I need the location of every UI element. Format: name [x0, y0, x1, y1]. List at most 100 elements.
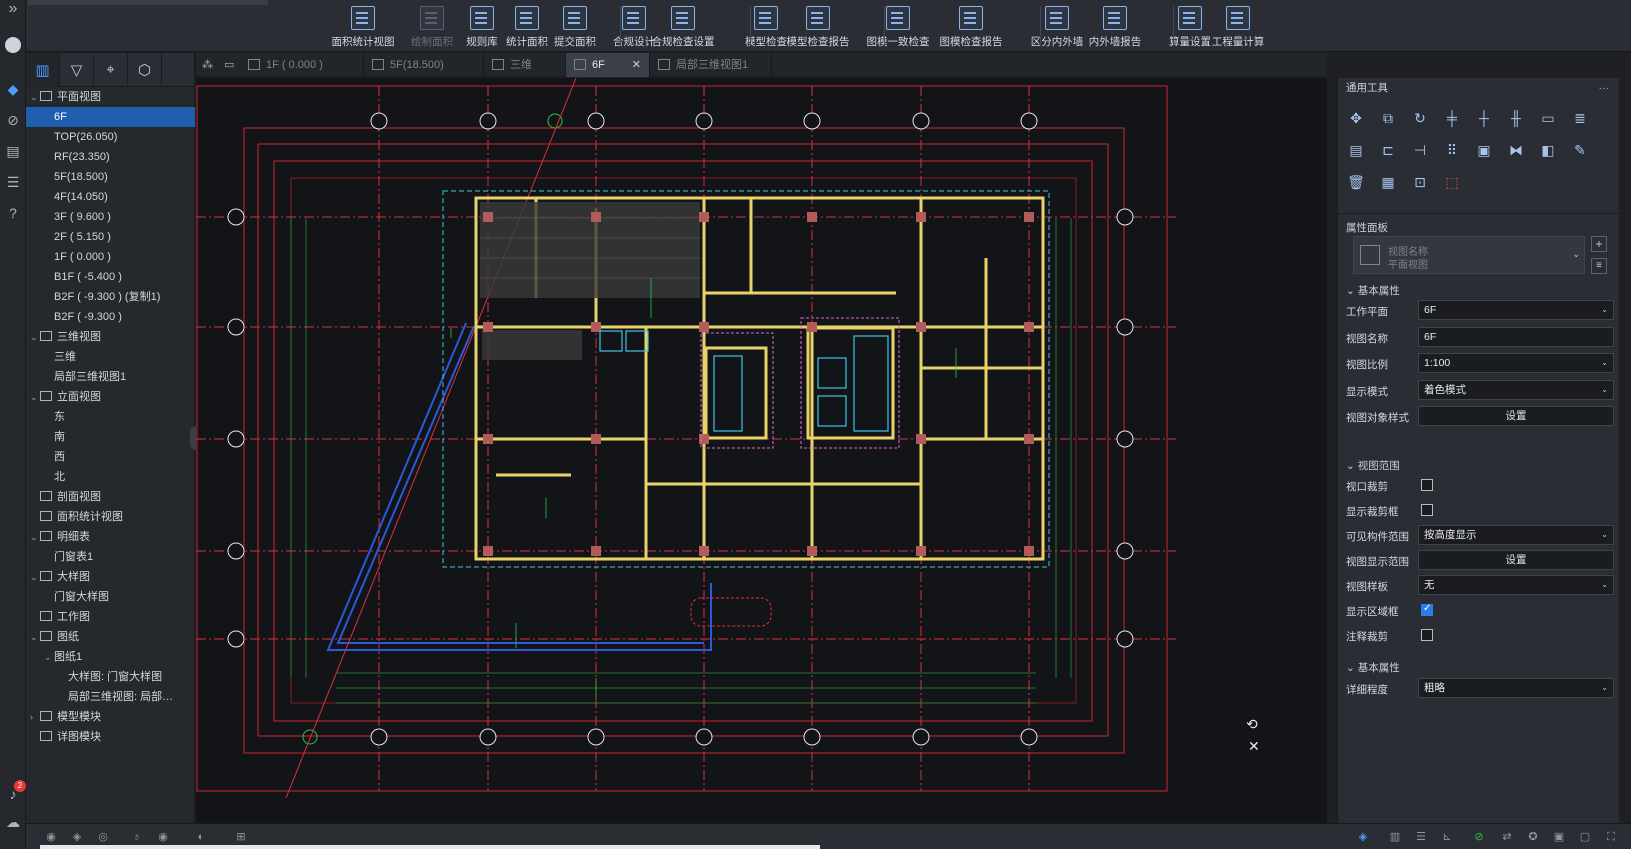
property-checkbox[interactable] [1421, 504, 1433, 516]
tree-item[interactable]: 西 [26, 447, 195, 467]
view-tab[interactable]: 1F ( 0.000 ) [240, 53, 364, 77]
lightbulb-icon[interactable]: ♁ [130, 830, 144, 844]
tree-item[interactable]: 1F ( 0.000 ) [26, 247, 195, 267]
tree-item[interactable]: 北 [26, 467, 195, 487]
tree-item[interactable]: 2F ( 5.150 ) [26, 227, 195, 247]
tree-item[interactable]: RF(23.350) [26, 147, 195, 167]
pick-icon[interactable]: ✎ [1570, 140, 1590, 160]
ribbon-button[interactable]: 模型检查报告 [780, 6, 856, 50]
ribbon-button[interactable]: 内外墙报告 [1077, 6, 1153, 50]
expand-arrow-icon[interactable]: ⌄ [30, 87, 40, 107]
measure-icon[interactable]: ▦ [1378, 172, 1398, 192]
section-box-icon[interactable]: ⬚ [1442, 172, 1462, 192]
view-tab[interactable]: 6F ✕ [566, 53, 650, 77]
select-icon[interactable]: ⊡ [1410, 172, 1430, 192]
document-icon[interactable]: ▤ [4, 142, 22, 160]
align-icon[interactable]: ╪ [1442, 108, 1462, 128]
tree-item[interactable]: 南 [26, 427, 195, 447]
view-tab[interactable]: 5F(18.500) [364, 53, 484, 77]
extend-icon[interactable]: ≣ [1570, 108, 1590, 128]
tree-item[interactable]: ⌄ 立面视图 [26, 387, 195, 407]
rotate-tool-icon[interactable]: ↻ [1410, 108, 1430, 128]
extend-line-icon[interactable]: ⊣ [1410, 140, 1430, 160]
link-status-icon[interactable]: ⊘ [1472, 830, 1486, 844]
expand-arrow-icon[interactable]: ⌄ [30, 527, 40, 547]
tree-item[interactable]: ⌄ 大样图 [26, 567, 195, 587]
group-icon[interactable]: ▣ [1474, 140, 1494, 160]
property-select[interactable]: 1:100 ⌄ [1418, 353, 1614, 373]
ribbon-button[interactable]: 图模一致检查 [860, 6, 936, 50]
window-icon[interactable]: ▢ [1578, 830, 1592, 844]
sync-icon[interactable]: ⇄ [1500, 830, 1514, 844]
tree-item[interactable]: TOP(26.050) [26, 127, 195, 147]
expand-arrow-icon[interactable]: ⌄ [44, 647, 54, 667]
list-icon[interactable]: ☰ [4, 173, 22, 191]
trim-icon[interactable]: ╫ [1506, 108, 1526, 128]
expand-arrow-icon[interactable]: › [30, 707, 40, 727]
compass-icon[interactable]: ✪ [1526, 830, 1540, 844]
help-icon[interactable]: ? [4, 204, 22, 222]
tree-item[interactable]: B2F ( -9.300 ) [26, 307, 195, 327]
property-checkbox[interactable] [1421, 479, 1433, 491]
tree-item[interactable]: ⌄ 三维视图 [26, 327, 195, 347]
property-section-header[interactable]: ⌄ 视图范围 [1346, 458, 1400, 473]
split-icon[interactable]: ┼ [1474, 108, 1494, 128]
view-tab[interactable]: 三维 [484, 53, 566, 77]
tree-item[interactable]: 4F(14.050) [26, 187, 195, 207]
break-icon[interactable]: ⊏ [1378, 140, 1398, 160]
browser-view-icon[interactable]: ▥ [26, 52, 60, 87]
property-select[interactable]: 粗略 ⌄ [1418, 678, 1614, 698]
property-section-header[interactable]: ⌄ 基本属性 [1346, 283, 1400, 298]
close-view-icon[interactable]: ✕ [1248, 738, 1260, 755]
fullscreen-icon[interactable]: ⛶ [1604, 830, 1618, 844]
expand-arrow-icon[interactable]: ⌄ [30, 327, 40, 347]
cloud-icon[interactable]: ☁ [4, 813, 22, 831]
property-checkbox[interactable] [1421, 629, 1433, 641]
rotate-icon[interactable]: ⟲ [1246, 716, 1258, 733]
ribbon-button[interactable]: 合规检查设置 [645, 6, 721, 50]
move-icon[interactable]: ✥ [1346, 108, 1366, 128]
property-section-header[interactable]: ⌄ 基本属性 [1346, 660, 1400, 675]
tree-item[interactable]: 3F ( 9.600 ) [26, 207, 195, 227]
tree-item[interactable]: 详图模块 [26, 727, 195, 747]
tree-item[interactable]: 门窗表1 [26, 547, 195, 567]
property-checkbox[interactable] [1421, 603, 1433, 616]
shield-icon[interactable]: ◈ [1356, 830, 1370, 844]
copy-icon[interactable]: ⧉ [1378, 108, 1398, 128]
tree-item[interactable]: ⌄ 图纸 [26, 627, 195, 647]
ribbon-button[interactable]: 图模检查报告 [933, 6, 1009, 50]
view-type-selector[interactable]: 视图名称 平面视图 ⌄ [1353, 236, 1585, 274]
tree-item[interactable]: B2F ( -9.300 ) (复制1) [26, 287, 195, 307]
property-select[interactable]: 6F ⌄ [1418, 300, 1614, 320]
property-input[interactable]: 6F [1418, 326, 1614, 347]
tree-item[interactable]: ⌄ 图纸1 [26, 647, 195, 667]
tab-nav-icon[interactable]: ⁂ [202, 58, 213, 71]
tree-item[interactable]: 剖面视图 [26, 487, 195, 507]
drawing-canvas[interactable]: ⟲ ✕ [196, 78, 1327, 823]
expand-arrow-icon[interactable]: ⌄ [30, 387, 40, 407]
expand-arrow-icon[interactable]: ⌄ [30, 627, 40, 647]
property-select[interactable]: 无 ⌄ [1418, 575, 1614, 595]
property-select[interactable]: 按高度显示 ⌄ [1418, 525, 1614, 545]
tree-item[interactable]: 门窗大样图 [26, 587, 195, 607]
display-icon[interactable]: ◐ [194, 830, 208, 844]
close-tab-icon[interactable]: ✕ [632, 53, 641, 77]
scale-icon[interactable]: ◧ [1538, 140, 1558, 160]
model-cube-icon[interactable]: ◆ [4, 80, 22, 98]
delete-icon[interactable]: 🗑 [1346, 172, 1366, 192]
tree-item[interactable]: › 模型模块 [26, 707, 195, 727]
ribbon-button[interactable]: 面积统计视图 [325, 6, 401, 50]
layers-icon[interactable]: ◈ [70, 830, 84, 844]
ribbon-button[interactable]: 工程量计算 [1200, 6, 1276, 50]
tree-item[interactable]: 工作图 [26, 607, 195, 627]
tree-item[interactable]: 面积统计视图 [26, 507, 195, 527]
ruler-icon[interactable]: ⊾ [1440, 830, 1454, 844]
property-button[interactable]: 设置 [1418, 406, 1614, 426]
offset-icon[interactable]: ▭ [1538, 108, 1558, 128]
expand-chevrons-icon[interactable]: » [4, 0, 22, 18]
filter-icon[interactable]: ▽ [60, 52, 94, 87]
location-icon[interactable]: ⌖ [94, 52, 128, 87]
mirror-icon[interactable]: ⧓ [1506, 140, 1526, 160]
view-tab[interactable]: 局部三维视图1 [650, 53, 772, 77]
user-avatar-icon[interactable] [5, 37, 21, 53]
